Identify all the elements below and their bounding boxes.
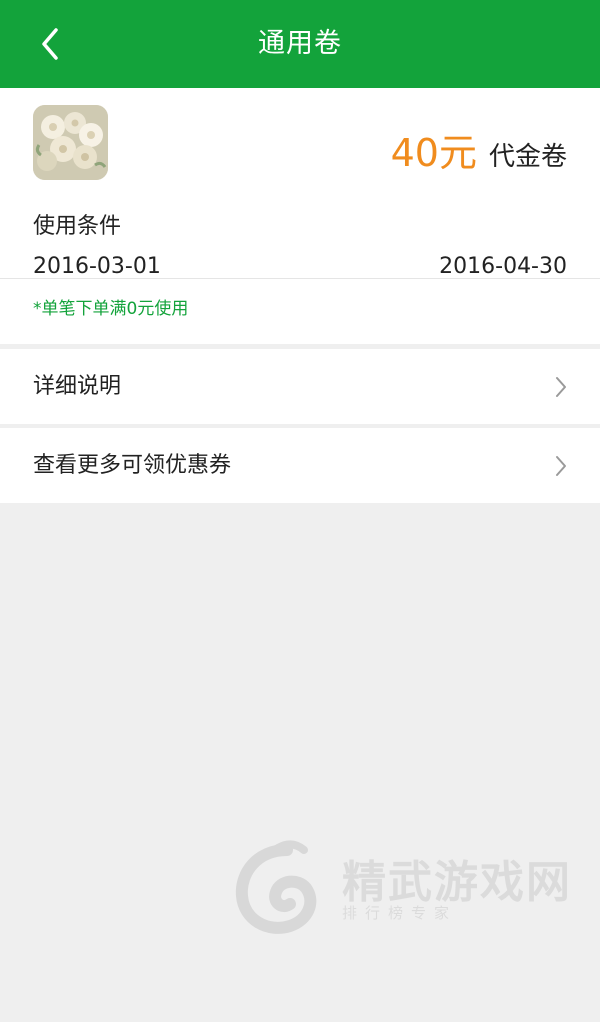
chevron-right-icon [556,377,566,397]
more-coupons-label: 查看更多可领优惠券 [33,453,232,478]
coupon-amount: 40元 [390,131,477,175]
watermark-subtitle: 排行榜专家 [342,904,458,922]
watermark-title: 精武游戏网 [342,857,572,908]
coupon-thumbnail [33,105,108,180]
conditions-title: 使用条件 [33,214,122,239]
flower-image-icon [33,105,108,180]
coupon-card: 40元 代金卷 使用条件 2016-03-01 2016-04-30 *单笔下单… [0,88,600,344]
details-row[interactable]: 详细说明 [0,349,600,424]
page-title: 通用卷 [258,28,342,59]
coupon-value: 40元 代金卷 [391,124,567,174]
chevron-right-icon [556,456,566,476]
coupon-type-label: 代金卷 [488,142,567,172]
details-label: 详细说明 [33,374,122,399]
valid-end-date: 2016-04-30 [439,254,567,279]
usage-note: *单笔下单满0元使用 [33,299,189,319]
more-coupons-row[interactable]: 查看更多可领优惠券 [0,428,600,503]
top-app-bar: 通用卷 [0,0,600,88]
valid-start-date: 2016-03-01 [33,254,161,279]
watermark-logo-icon [235,840,317,934]
watermark: 精武游戏网 排行榜专家 [232,838,592,948]
